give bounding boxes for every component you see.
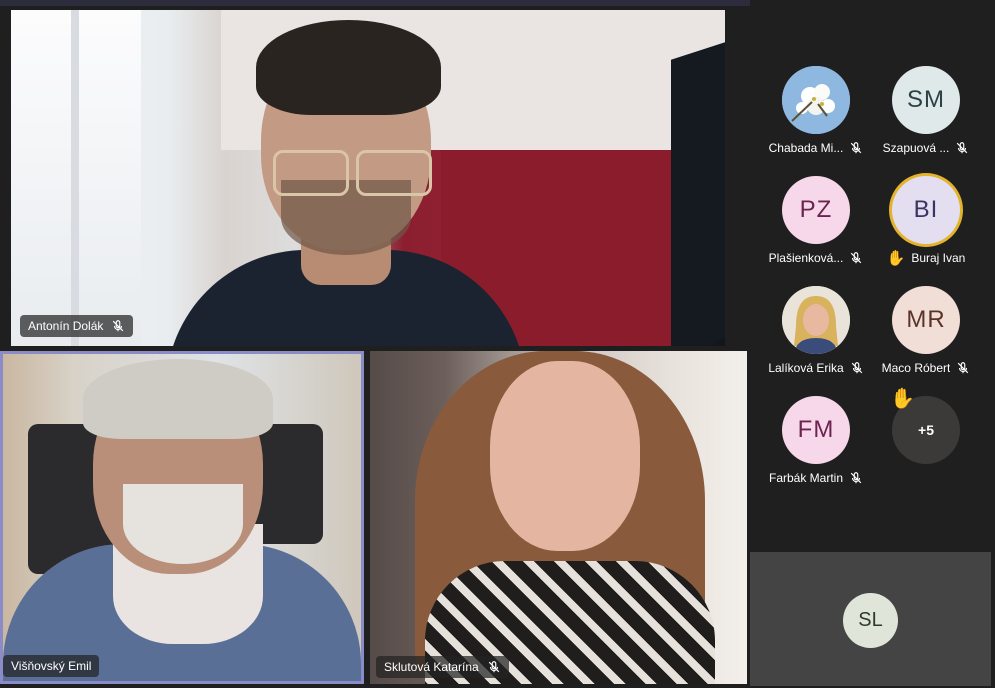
participant-name: Antonín Dolák (28, 319, 104, 333)
participant-name: Lalíková Erika (768, 361, 844, 375)
raised-hand-icon: ✋ (886, 249, 906, 267)
avatar: FM (782, 396, 850, 464)
video-feed (370, 351, 747, 684)
participant-name: Szapuová ... (882, 141, 950, 155)
video-tile-sklutova-katarina[interactable]: Sklutová Katarína (370, 351, 747, 684)
gallery-participant[interactable]: BI ✋ Buraj Ivan (871, 176, 981, 266)
mic-off-icon (851, 142, 862, 154)
gallery-participant[interactable]: PZ Plašienková... (761, 176, 871, 266)
mic-off-icon (851, 362, 862, 374)
profile-photo-icon (782, 286, 850, 354)
avatar-initials: PZ (799, 196, 833, 223)
video-feed (11, 10, 725, 346)
avatar-initials: BI (913, 196, 939, 223)
mic-off-icon (850, 472, 862, 484)
avatar: MR (892, 286, 960, 354)
participant-name: Maco Róbert (881, 361, 951, 375)
video-feed (3, 354, 361, 681)
avatar-initials: SM (907, 86, 945, 113)
self-initials: SL (858, 609, 883, 631)
gallery-participant[interactable]: FM Farbák Martin (761, 396, 871, 486)
mic-off-icon (113, 320, 124, 332)
participant-name: Farbák Martin (768, 471, 844, 485)
participant-name: Plašienková... (768, 251, 844, 265)
avatar-initials: MR (906, 306, 946, 333)
gallery-participant[interactable]: Chabada Mi... (761, 66, 871, 156)
avatar (782, 66, 850, 134)
flower-avatar-icon (782, 66, 850, 134)
participant-name: Višňovský Emil (11, 659, 92, 673)
avatar: SM (892, 66, 960, 134)
participant-name-tag: Antonín Dolák (20, 315, 134, 337)
video-tile-visnovsky-emil[interactable]: Višňovský Emil (0, 351, 364, 684)
gallery-participant[interactable]: SM Szapuová ... (871, 66, 981, 156)
participant-name-tag: Višňovský Emil (3, 655, 100, 677)
participant-name: Buraj Ivan (911, 251, 966, 265)
avatar: PZ (782, 176, 850, 244)
raised-hand-icon: ✋ (890, 388, 915, 410)
mic-off-icon (488, 661, 499, 673)
gallery-participant[interactable]: MR Maco Róbert (871, 286, 981, 376)
gallery-participant[interactable]: Lalíková Erika (761, 286, 871, 376)
more-participants[interactable]: ✋ +5 (871, 388, 981, 464)
more-participants-button[interactable]: ✋ +5 (890, 388, 960, 464)
avatar (782, 286, 850, 354)
mic-off-icon (958, 362, 969, 374)
participant-name: Sklutová Katarína (384, 660, 479, 674)
participant-name: Chabada Mi... (768, 141, 844, 155)
more-count: +5 (918, 422, 934, 438)
video-tile-antonin-dolak[interactable]: Antonín Dolák (11, 10, 725, 346)
mic-off-icon (957, 142, 968, 154)
self-view-tile[interactable]: SL (750, 552, 991, 686)
mic-off-icon (851, 252, 862, 264)
self-avatar: SL (843, 593, 898, 648)
avatar-initials: FM (797, 416, 835, 443)
avatar: BI (892, 176, 960, 244)
participant-name-tag: Sklutová Katarína (376, 656, 509, 678)
